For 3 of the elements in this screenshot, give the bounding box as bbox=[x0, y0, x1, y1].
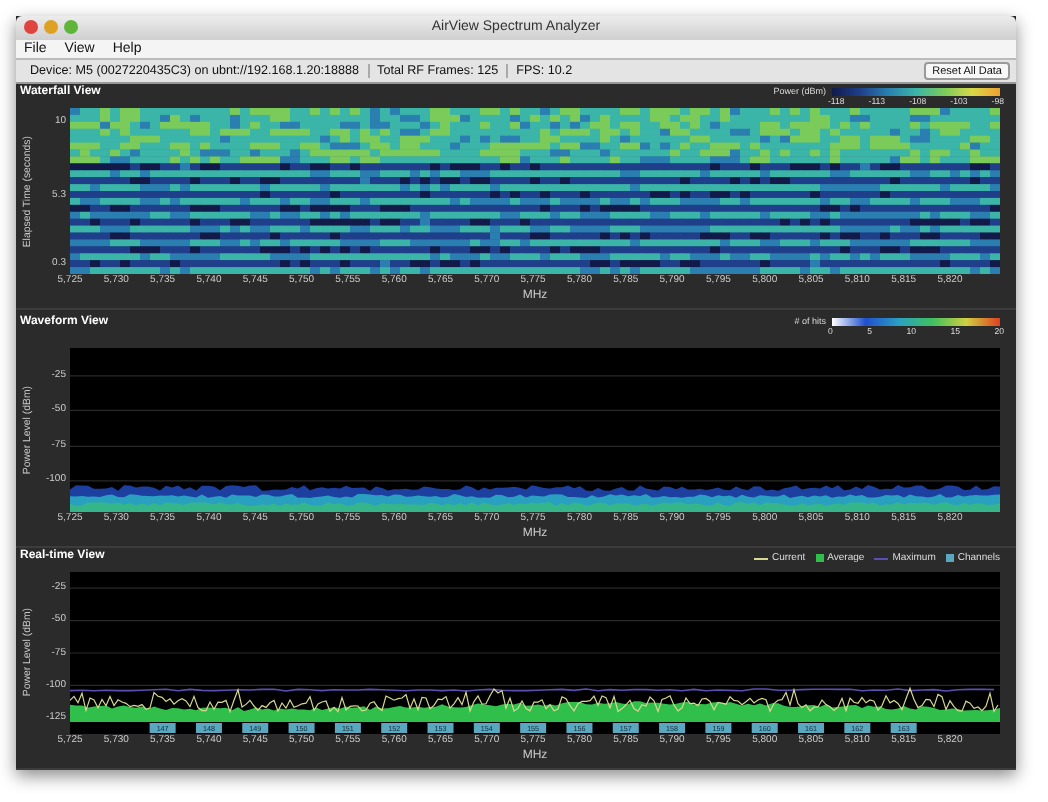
close-icon[interactable] bbox=[24, 20, 38, 34]
minimize-icon[interactable] bbox=[44, 20, 58, 34]
maximize-icon[interactable] bbox=[64, 20, 78, 34]
